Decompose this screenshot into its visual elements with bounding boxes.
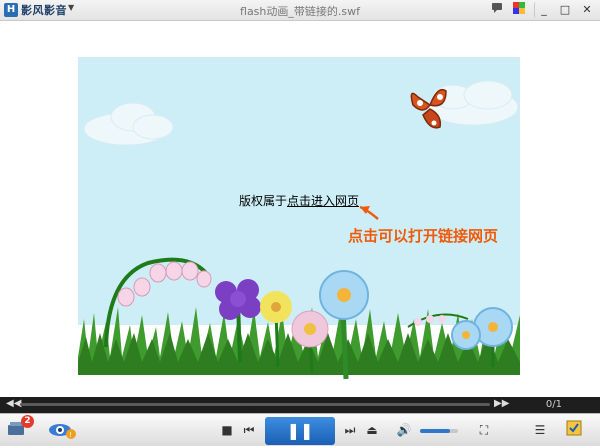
volume-slider[interactable] bbox=[420, 429, 458, 433]
eject-icon[interactable]: ⏏ bbox=[362, 420, 382, 440]
seek-forward-icon[interactable]: ▶▶ bbox=[494, 398, 509, 409]
flash-scene[interactable]: 版权属于点击进入网页 点击可以打开链接网页 bbox=[78, 57, 520, 387]
next-icon[interactable]: ⏭ bbox=[340, 420, 360, 440]
maximize-icon[interactable]: □ bbox=[556, 2, 574, 18]
close-icon[interactable]: ✕ bbox=[578, 2, 596, 18]
chat-icon[interactable] bbox=[488, 2, 506, 18]
frame-counter: 0/1 bbox=[545, 399, 562, 410]
copyright-prefix: 版权属于 bbox=[239, 194, 288, 208]
minimize-icon[interactable]: _ bbox=[534, 2, 553, 18]
copyright-link[interactable]: 点击进入网页 bbox=[287, 194, 359, 208]
notification-badge: 2 bbox=[21, 415, 34, 428]
color-picker-icon[interactable] bbox=[510, 2, 528, 18]
checkbox-icon[interactable] bbox=[564, 420, 584, 440]
title-bar: H 影风影音 ▼ flash动画_带链接的.swf _ □ ✕ bbox=[0, 0, 600, 21]
pause-button[interactable]: ❚❚ bbox=[265, 417, 335, 445]
stop-icon[interactable]: ■ bbox=[217, 420, 237, 440]
volume-icon[interactable]: 🔊 bbox=[394, 420, 414, 440]
callout-text: 点击可以打开链接网页 bbox=[348, 227, 499, 245]
progress-strip: ◀◀ ▶▶ 0/1 bbox=[0, 397, 600, 413]
svg-text:!: ! bbox=[69, 431, 72, 439]
copyright-text: 版权属于点击进入网页 bbox=[239, 192, 359, 209]
eye-icon[interactable]: ! bbox=[48, 421, 76, 443]
fullscreen-icon[interactable]: ⛶ bbox=[474, 420, 494, 440]
seek-bar[interactable] bbox=[20, 403, 490, 406]
previous-icon[interactable]: ⏮ bbox=[239, 420, 259, 440]
volume-fill bbox=[420, 429, 451, 433]
settings-list-icon[interactable]: ☰ bbox=[530, 420, 550, 440]
control-bar: 2 ! ■ ⏮ ❚❚ ⏭ ⏏ 🔊 ⛶ ☰ bbox=[0, 413, 600, 446]
